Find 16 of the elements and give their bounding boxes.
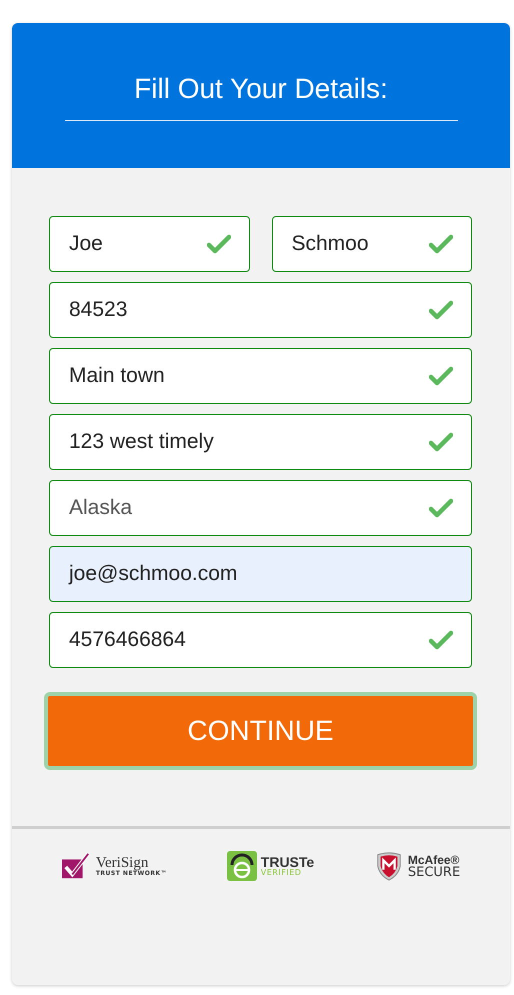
seal-icon — [226, 851, 257, 881]
select-field[interactable]: Alaska — [49, 480, 472, 536]
input-field[interactable]: 84523 — [49, 282, 472, 338]
input-field[interactable]: Joe — [49, 216, 250, 272]
checkmark-icon — [62, 851, 92, 881]
brand-tagline: VERIFIED — [260, 869, 302, 877]
brand-name: TRUSTe — [260, 855, 314, 869]
brand-name: McAfee® — [408, 854, 460, 866]
input-field[interactable]: joe@schmoo.com — [49, 546, 472, 602]
input-field[interactable]: 123 west timely — [49, 414, 472, 470]
input-field[interactable]: Main town — [49, 348, 472, 404]
brand-tagline: SECURE — [408, 866, 460, 878]
brand-name: VeriSign — [96, 856, 150, 870]
input-field[interactable]: Schmoo — [272, 216, 472, 272]
input-field[interactable]: 4576466864 — [49, 612, 472, 668]
form-title: Fill Out Your Details: — [64, 73, 458, 121]
